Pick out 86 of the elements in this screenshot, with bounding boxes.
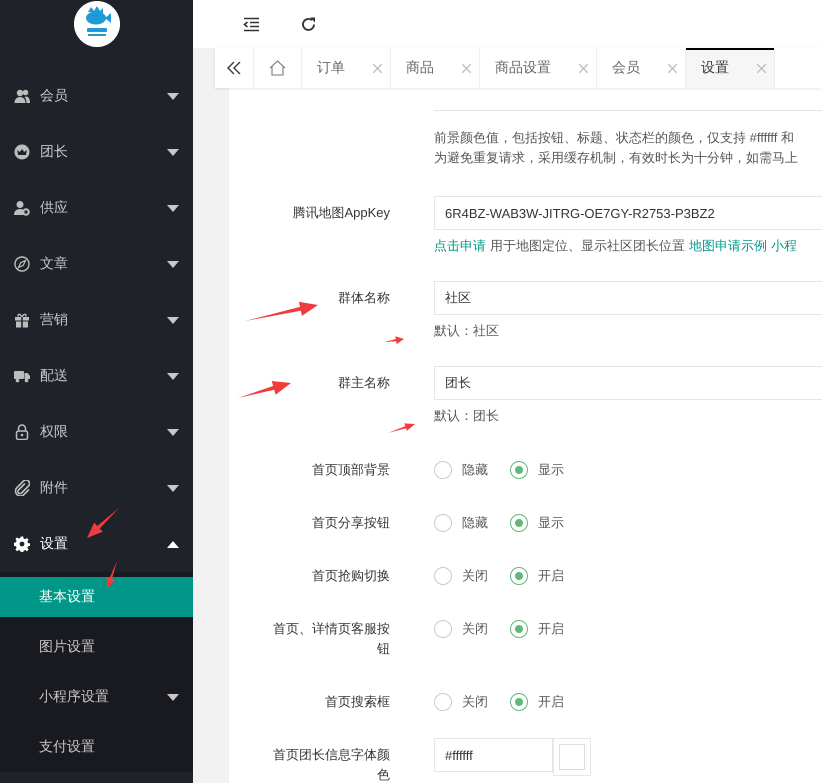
truck-icon [14,368,30,384]
annotation-arrow [106,561,117,589]
caret-icon [167,540,179,548]
input-field[interactable]: 团长 [434,366,822,400]
close-icon[interactable] [668,64,677,72]
close-icon[interactable] [757,64,766,72]
sidebar-item[interactable]: 文章 [0,236,193,292]
tab[interactable]: 会员 [597,48,686,88]
submenu-item[interactable]: 基本设置 [0,577,193,617]
paperclip-icon [14,480,30,496]
gear-icon [14,536,30,552]
refresh-icon[interactable] [300,16,317,32]
sidebar-item[interactable]: 配送 [0,348,193,404]
help-text: 为避免重复请求，采用缓存机制，有效时长为十分钟，如需马上 [434,149,799,167]
input-field[interactable]: 6R4BZ-WAB3W-JITRG-OE7GY-R2753-P3BZ2 [434,196,822,230]
scroll-left-button[interactable] [215,48,254,88]
submenu-item[interactable]: 支付设置 [0,722,193,772]
sidebar-item[interactable]: 会员 [0,68,193,124]
input-field[interactable]: 社区 [434,281,822,315]
submenu-item[interactable]: 小程序设置 [0,672,193,722]
home-icon [269,60,286,76]
sidebar-item[interactable]: 权限 [0,404,193,460]
home-tab[interactable] [254,48,302,88]
radio-option[interactable]: 开启 [510,693,564,711]
caret-icon [167,204,179,212]
tab[interactable]: 商品 [391,48,480,88]
caret-icon [167,92,179,100]
radio-option[interactable]: 显示 [510,461,564,479]
sidebar-item[interactable]: 供应 [0,180,193,236]
color-input-field[interactable]: #ffffff [434,738,553,772]
user-badge-icon [14,200,30,216]
sidebar-item[interactable]: 附件 [0,460,193,516]
radio-option[interactable]: 关闭 [434,620,488,638]
caret-icon [167,260,179,268]
caret-icon [167,428,179,436]
radio-option[interactable]: 开启 [510,567,564,585]
color-swatch[interactable] [553,738,591,776]
help-link[interactable]: 小程 [771,236,797,256]
close-icon[interactable] [373,64,382,72]
fish-logo-icon [74,1,120,47]
help-link[interactable]: 点击申请 [434,236,486,256]
radio-option[interactable]: 关闭 [434,693,488,711]
help-text: 默认：团长 [434,407,499,425]
radio-option[interactable]: 显示 [510,514,564,532]
annotation-arrow [238,381,291,398]
field-label: 群体名称 [338,289,390,307]
radio-option[interactable]: 隐藏 [434,461,488,479]
double-chevron-left-icon [226,61,242,75]
field-label: 首页搜索框 [325,693,390,711]
close-icon[interactable] [462,64,471,72]
caret-icon [167,484,179,492]
caret-icon [167,316,179,324]
collapse-menu-icon[interactable] [243,16,260,32]
close-icon[interactable] [579,64,588,72]
compass-icon [14,256,30,272]
sidebar-item[interactable]: 团长 [0,124,193,180]
caret-icon [167,372,179,380]
annotation-arrow [384,336,404,344]
crown-icon [14,144,30,160]
field-label: 群主名称 [338,374,390,392]
radio-option[interactable]: 开启 [510,620,564,638]
annotation-arrow [388,423,415,433]
help-text: 前景颜色值，包括按钮、标题、状态栏的颜色，仅支持 #ffffff 和 [434,129,795,147]
sidebar-item[interactable]: 营销 [0,292,193,348]
tab[interactable]: 商品设置 [480,48,597,88]
field-label: 首页团长信息字体颜色 [272,746,390,783]
field-label: 首页顶部背景 [312,461,390,479]
field-label: 首页分享按钮 [312,514,390,532]
help-text: 默认：社区 [434,322,499,340]
caret-icon [167,148,179,156]
submenu-item[interactable]: 图片设置 [0,622,193,672]
tab[interactable]: 设置 [686,48,775,88]
padlock-icon [14,424,30,440]
radio-option[interactable]: 关闭 [434,567,488,585]
caret-icon [167,694,179,700]
help-text: 用于地图定位、显示社区团长位置 [490,237,685,255]
people-icon [14,88,30,104]
sidebar-item[interactable]: 设置 [0,516,193,572]
radio-option[interactable]: 隐藏 [434,514,488,532]
gift-icon [14,312,30,328]
tab[interactable]: 订单 [302,48,391,88]
field-label: 首页、详情页客服按钮 [272,620,390,658]
help-link[interactable]: 地图申请示例 [689,236,767,256]
field-label: 首页抢购切换 [312,567,390,585]
field-label: 腾讯地图AppKey [292,204,390,222]
annotation-arrow [87,508,119,538]
